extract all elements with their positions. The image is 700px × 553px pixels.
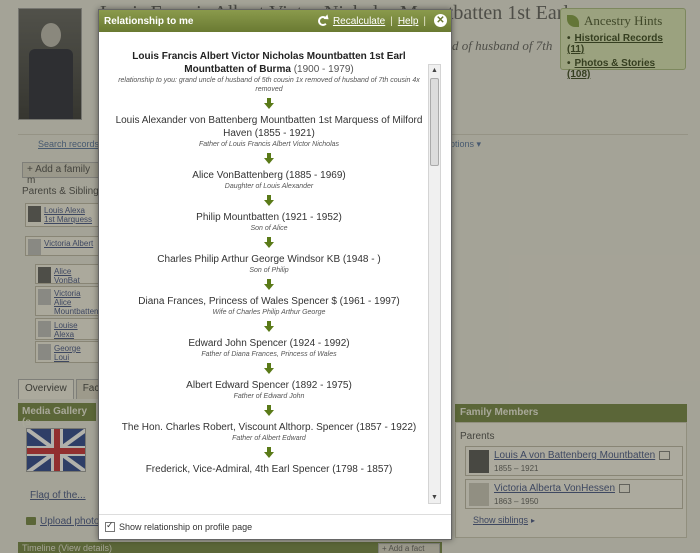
help-link[interactable]: Help bbox=[398, 16, 419, 27]
dialog-header: Relationship to me Recalculate | Help | … bbox=[99, 10, 451, 32]
arrow-down-icon bbox=[264, 363, 274, 374]
close-icon[interactable]: ✕ bbox=[434, 14, 447, 27]
chain-person: Edward John Spencer (1924 - 1992) Father… bbox=[109, 337, 429, 374]
arrow-down-icon bbox=[264, 447, 274, 458]
chain-person: Louis Alexander von Battenberg Mountbatt… bbox=[109, 114, 429, 164]
recalculate-link[interactable]: Recalculate bbox=[333, 16, 385, 27]
scroll-up-icon[interactable]: ▲ bbox=[429, 65, 440, 76]
chain-person-name: Frederick, Vice-Admiral, 4th Earl Spence… bbox=[145, 464, 393, 475]
chain-person: The Hon. Charles Robert, Viscount Althor… bbox=[109, 421, 429, 458]
scrollbar-thumb[interactable] bbox=[430, 78, 439, 166]
header-separator: | bbox=[390, 15, 393, 27]
arrow-down-icon bbox=[264, 321, 274, 332]
chain-person-relation: Father of Edward John bbox=[233, 393, 305, 400]
arrow-down-icon bbox=[264, 237, 274, 248]
show-relationship-label[interactable]: Show relationship on profile page bbox=[119, 522, 252, 532]
chain-person-relation: Father of Diana Frances, Princess of Wal… bbox=[201, 351, 337, 358]
chain-person-name: Louis Francis Albert Victor Nicholas Mou… bbox=[132, 51, 406, 75]
scroll-down-icon[interactable]: ▼ bbox=[429, 492, 440, 503]
arrow-down-icon bbox=[264, 153, 274, 164]
chain-person: Frederick, Vice-Admiral, 4th Earl Spence… bbox=[109, 463, 429, 476]
chain-person-relation: Son of Philip bbox=[249, 267, 289, 274]
dialog-scrollbar[interactable]: ▲ ▼ bbox=[428, 64, 441, 504]
arrow-down-icon bbox=[264, 98, 274, 109]
chain-person-name: Edward John Spencer (1924 - 1992) bbox=[188, 338, 350, 349]
relationship-dialog: Relationship to me Recalculate | Help | … bbox=[98, 9, 452, 540]
chain-person: Diana Frances, Princess of Wales Spencer… bbox=[109, 295, 429, 332]
chain-person-name: Alice VonBattenberg (1885 - 1969) bbox=[192, 170, 346, 181]
arrow-down-icon bbox=[264, 195, 274, 206]
chain-person-years: (1900 - 1979) bbox=[293, 64, 354, 75]
chain-person-name: Charles Philip Arthur George Windsor KB … bbox=[157, 254, 381, 265]
header-separator: | bbox=[423, 15, 426, 27]
chain-person-relation: Son of Alice bbox=[250, 225, 288, 232]
chain-person-relation: Daughter of Louis Alexander bbox=[224, 183, 314, 190]
chain-person-relation: Father of Louis Francis Albert Victor Ni… bbox=[198, 141, 340, 148]
dialog-title: Relationship to me bbox=[104, 15, 194, 27]
chain-person-name: Albert Edward Spencer (1892 - 1975) bbox=[186, 380, 352, 391]
chain-person-relation: Wife of Charles Philip Arthur George bbox=[212, 309, 326, 316]
chain-person-name: Diana Frances, Princess of Wales Spencer… bbox=[138, 296, 400, 307]
chain-person: Charles Philip Arthur George Windsor KB … bbox=[109, 253, 429, 290]
chain-person: Louis Francis Albert Victor Nicholas Mou… bbox=[109, 50, 429, 109]
chain-person-relation: Father of Albert Edward bbox=[232, 435, 306, 442]
chain-person-name: Louis Alexander von Battenberg Mountbatt… bbox=[115, 115, 423, 139]
arrow-down-icon bbox=[264, 279, 274, 290]
arrow-down-icon bbox=[264, 405, 274, 416]
dialog-body: Louis Francis Albert Victor Nicholas Mou… bbox=[99, 32, 451, 516]
chain-person: Albert Edward Spencer (1892 - 1975) Fath… bbox=[109, 379, 429, 416]
chain-person-name: The Hon. Charles Robert, Viscount Althor… bbox=[121, 422, 417, 433]
dialog-footer: Show relationship on profile page bbox=[99, 514, 451, 539]
refresh-icon[interactable] bbox=[317, 16, 328, 26]
show-relationship-checkbox[interactable] bbox=[105, 520, 115, 532]
chain-person-relation: relationship to you: grand uncle of husb… bbox=[118, 77, 420, 93]
chain-person-name: Philip Mountbatten (1921 - 1952) bbox=[196, 212, 342, 223]
relationship-chain: Louis Francis Albert Victor Nicholas Mou… bbox=[109, 32, 429, 506]
chain-person: Alice VonBattenberg (1885 - 1969) Daught… bbox=[109, 169, 429, 206]
chain-person: Philip Mountbatten (1921 - 1952) Son of … bbox=[109, 211, 429, 248]
